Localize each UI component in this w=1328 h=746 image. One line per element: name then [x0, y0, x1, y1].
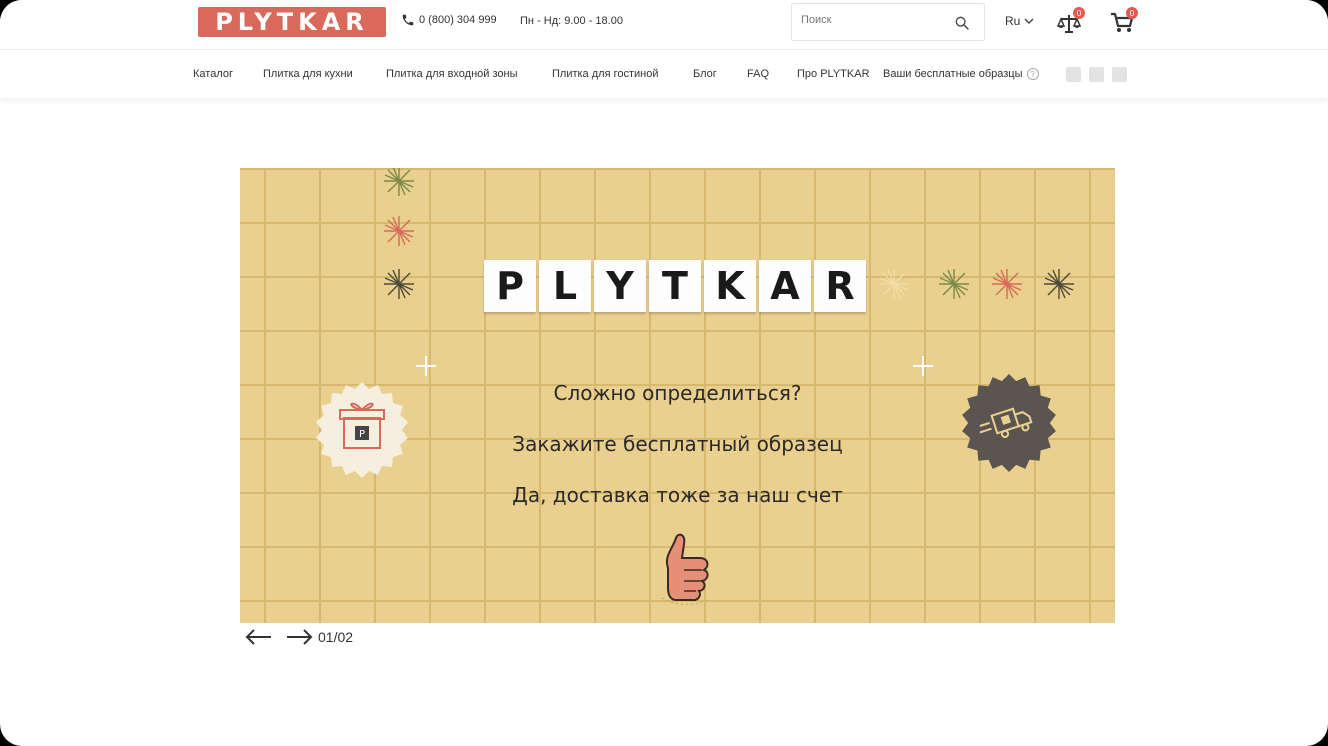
banner-delivery-text: Да, доставка тоже за наш счет: [512, 483, 843, 507]
arrow-left-icon[interactable]: [244, 628, 274, 646]
sparkle-icon: [384, 269, 414, 299]
plus-icon: [416, 356, 436, 376]
social-icon[interactable]: [1089, 67, 1104, 82]
wordmark-tile: Y: [594, 260, 646, 312]
cart-button[interactable]: 0: [1110, 7, 1138, 34]
wordmark-tile: T: [649, 260, 701, 312]
sparkle-icon: [1044, 269, 1074, 299]
search-icon[interactable]: [954, 15, 970, 31]
search-input[interactable]: [801, 14, 941, 26]
hero-section: P L Y T K A R Сложно определиться? Закаж…: [194, 106, 1140, 718]
banner-content: P L Y T K A R Сложно определиться? Закаж…: [240, 168, 1115, 623]
sparkle-icon: [992, 269, 1022, 299]
phone-number[interactable]: 0 (800) 304 999: [401, 13, 497, 27]
gift-seal-icon: P: [316, 382, 408, 478]
nav-item-blog[interactable]: Блог: [693, 68, 717, 80]
free-samples-label: Ваши бесплатные образцы: [883, 68, 1023, 80]
cart-count-badge: 0: [1126, 7, 1138, 19]
phone-icon: [402, 14, 414, 26]
working-hours: Пн - Нд: 9.00 - 18.00: [520, 15, 623, 27]
wordmark-tile: L: [539, 260, 591, 312]
language-select[interactable]: Ru: [1005, 14, 1034, 28]
slide-counter: 01/02: [318, 629, 354, 645]
slider-controls: 01/02: [244, 628, 353, 646]
search-box: [791, 3, 985, 41]
svg-text:P: P: [359, 429, 365, 440]
main-nav: Каталог Плитка для кухни Плитка для вход…: [0, 51, 1328, 98]
wordmark-tile: P: [484, 260, 536, 312]
compare-count-badge: 0: [1073, 7, 1085, 19]
wordmark-tile: R: [814, 260, 866, 312]
sparkle-icon: [939, 269, 969, 299]
phone-text: 0 (800) 304 999: [419, 14, 497, 26]
help-icon[interactable]: ?: [1026, 68, 1039, 80]
compare-button[interactable]: 0: [1056, 7, 1085, 34]
nav-item-kitchen-tiles[interactable]: Плитка для кухни: [263, 68, 353, 80]
page: PLYTKAR 0 (800) 304 999 Пн - Нд: 9.00 - …: [0, 0, 1328, 746]
social-icon[interactable]: [1112, 67, 1127, 82]
delivery-truck-seal-icon: [962, 374, 1056, 472]
hero-banner[interactable]: P L Y T K A R Сложно определиться? Закаж…: [240, 168, 1115, 623]
nav-item-about[interactable]: Про PLYTKAR: [797, 68, 870, 80]
banner-wordmark: P L Y T K A R: [484, 260, 866, 312]
nav-item-catalog[interactable]: Каталог: [193, 68, 233, 80]
sparkle-icon: [384, 168, 414, 196]
plus-icon: [913, 356, 933, 376]
language-label: Ru: [1005, 14, 1021, 28]
logo[interactable]: PLYTKAR: [198, 7, 386, 37]
thumbs-up-icon: [661, 533, 709, 605]
wordmark-tile: A: [759, 260, 811, 312]
nav-item-faq[interactable]: FAQ: [747, 68, 769, 80]
chevron-down-icon: [1024, 18, 1034, 24]
social-icon[interactable]: [1066, 67, 1081, 82]
wordmark-tile: K: [704, 260, 756, 312]
arrow-right-icon[interactable]: [284, 628, 314, 646]
sparkle-icon: [384, 216, 414, 246]
sparkle-icon: [879, 269, 909, 299]
nav-item-free-samples[interactable]: Ваши бесплатные образцы ?: [883, 68, 1039, 80]
nav-item-living-room-tiles[interactable]: Плитка для гостиной: [552, 68, 659, 80]
top-header: PLYTKAR 0 (800) 304 999 Пн - Нд: 9.00 - …: [0, 0, 1328, 50]
nav-item-entrance-tiles[interactable]: Плитка для входной зоны: [386, 68, 518, 80]
